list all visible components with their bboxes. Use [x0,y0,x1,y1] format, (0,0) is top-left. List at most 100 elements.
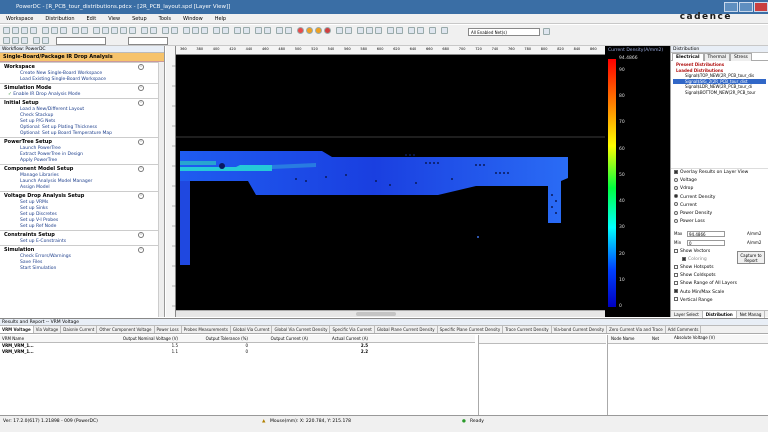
redo-icon[interactable] [81,27,88,34]
zoom-in-icon[interactable] [111,27,118,34]
tree-item-bottom[interactable]: Signal$BOTTOM_NEW(2R_PCB_tour [673,90,766,96]
close-button[interactable] [754,2,768,12]
property-icon[interactable] [255,27,262,34]
option-vdrop[interactable]: Vdrop [671,185,768,193]
results-tab[interactable]: Add Comments [666,326,702,333]
save-icon[interactable] [21,27,28,34]
show-hotspots-checkbox[interactable]: Show Hotspots [671,264,768,272]
run-icon[interactable] [324,27,331,34]
col-output-tolerance[interactable]: Output Tolerance (%) [180,335,250,343]
layer-up-icon[interactable] [3,37,10,44]
report-icon[interactable] [264,27,271,34]
grid-icon[interactable] [141,27,148,34]
tab-electrical[interactable]: Electrical [672,53,704,61]
via-icon[interactable] [192,27,199,34]
net-filter-select[interactable]: All Enabled Net(s) [468,28,540,36]
option-power-loss[interactable]: Power Loss [671,218,768,226]
3d-view-icon[interactable] [234,27,241,34]
legend-icon[interactable] [417,27,424,34]
maximize-button[interactable] [739,2,753,12]
shape-icon[interactable] [183,27,190,34]
layer-toggle-icon[interactable] [21,37,28,44]
show-coldspots-checkbox[interactable]: Show Coldspots [671,272,768,280]
option-voltage[interactable]: Voltage [671,177,768,185]
collapse-chevron-icon[interactable]: ˄ [138,166,144,172]
tab-stress[interactable]: Stress [730,53,752,61]
2d-view-icon[interactable] [243,27,250,34]
max-value-input[interactable]: 94.4866 [687,231,725,237]
net-filter-apply-icon[interactable] [543,28,550,35]
results-tab[interactable]: Probes Measurements [182,326,231,333]
layer-select[interactable] [56,37,106,45]
results-tab[interactable]: Specific Plane Current Density [438,326,504,333]
collapse-chevron-icon[interactable]: ˄ [138,193,144,199]
results-tab[interactable]: Power Loss [155,326,182,333]
show-range-all-layers-checkbox[interactable]: Show Range of All Layers [671,280,768,288]
canvas-scroll-thumb[interactable] [356,312,396,316]
collapse-chevron-icon[interactable]: ˄ [138,85,144,91]
filter-icon[interactable] [396,27,403,34]
workflow-step-link[interactable]: Start Simulation [0,266,164,272]
menu-setup[interactable]: Setup [126,14,153,24]
option-current[interactable]: Current [671,202,768,210]
col-node-name[interactable]: Node Name [611,336,635,341]
cut-icon[interactable] [42,27,49,34]
layer-icon[interactable] [150,27,157,34]
ruler-icon[interactable] [171,27,178,34]
results-tab[interactable]: Global Plane Current Density [375,326,438,333]
simulate-icon[interactable] [315,27,322,34]
overlay-results-checkbox[interactable]: Overlay Results on Layer View [671,169,768,177]
pcb-layout-view[interactable] [176,55,605,310]
pan-icon[interactable] [102,27,109,34]
print-icon[interactable] [30,27,37,34]
col-vrm-name[interactable]: VRM Name [0,335,90,343]
tab-distribution[interactable]: Distribution [702,311,737,318]
workflow-active-tab[interactable]: Single-Board/Package IR Drop Analysis [0,53,164,62]
refresh-icon[interactable] [285,27,292,34]
menu-workspace[interactable]: Workspace [0,14,39,24]
menu-edit[interactable]: Edit [81,14,103,24]
help-icon[interactable] [441,27,448,34]
menu-distribution[interactable]: Distribution [39,14,80,24]
table-row[interactable]: VRM_VRM_1... 1.1 0 2.2 [0,349,475,355]
copy-icon[interactable] [51,27,58,34]
current-density-plot[interactable] [176,55,605,310]
tree-item-ldr[interactable]: Signal$LDR_NEW(2R_PCB_tour_di [673,84,766,90]
new-icon[interactable] [3,27,10,34]
zoom-out-icon[interactable] [120,27,127,34]
coloring-checkbox[interactable]: Coloring [679,256,707,264]
tab-thermal[interactable]: Thermal [703,53,731,61]
results-tab[interactable]: VRM Voltage [0,326,34,333]
minimize-button[interactable] [724,2,738,12]
options-icon[interactable] [276,27,283,34]
tab-layer-select[interactable]: Layer Select [671,311,703,318]
results-tab[interactable]: Global Via Current [231,326,273,333]
results-tab[interactable]: Zero Current Via and Trace [607,326,666,333]
collapse-chevron-icon[interactable]: ˄ [138,247,144,253]
col-actual-current[interactable]: Actual Current (A) [310,335,370,343]
option-power-density[interactable]: Power Density [671,210,768,218]
col-absolute-voltage[interactable]: Absolute Voltage (V) [674,336,724,340]
results-tab[interactable]: Specific Via Current [330,326,375,333]
workflow-section-header[interactable]: Initial Setup ˄ [0,98,164,107]
select-all-icon[interactable] [33,37,40,44]
collapse-chevron-icon[interactable]: ˄ [138,100,144,106]
option-current-density[interactable]: Current Density [671,194,768,202]
results-tab[interactable]: Via-bond Current Density [552,326,608,333]
workflow-section-header[interactable]: Voltage Drop Analysis Setup ˄ [0,191,164,200]
trace-icon[interactable] [201,27,208,34]
undo-icon[interactable] [72,27,79,34]
tree-item-top[interactable]: Signal$TOP_NEW(2R_PCB_tour_dis [673,73,766,79]
menu-help[interactable]: Help [209,14,232,24]
results-tab[interactable]: Other Component Voltage [97,326,155,333]
workflow-section-header[interactable]: Simulation Mode ˄ [0,83,164,92]
vrm-icon[interactable] [366,27,373,34]
col-output-current[interactable]: Output Current (A) [250,335,310,343]
results-tab[interactable]: Via Voltage [34,326,62,333]
workflow-section-header[interactable]: PowerTree Setup ˄ [0,137,164,146]
layer-down-icon[interactable] [12,37,19,44]
col-output-nominal-voltage[interactable]: Output Nominal Voltage (V) [90,335,180,343]
measure-icon[interactable] [162,27,169,34]
results-tab[interactable]: Global Via Current Density [272,326,331,333]
workflow-section-header[interactable]: Simulation ˄ [0,245,164,254]
